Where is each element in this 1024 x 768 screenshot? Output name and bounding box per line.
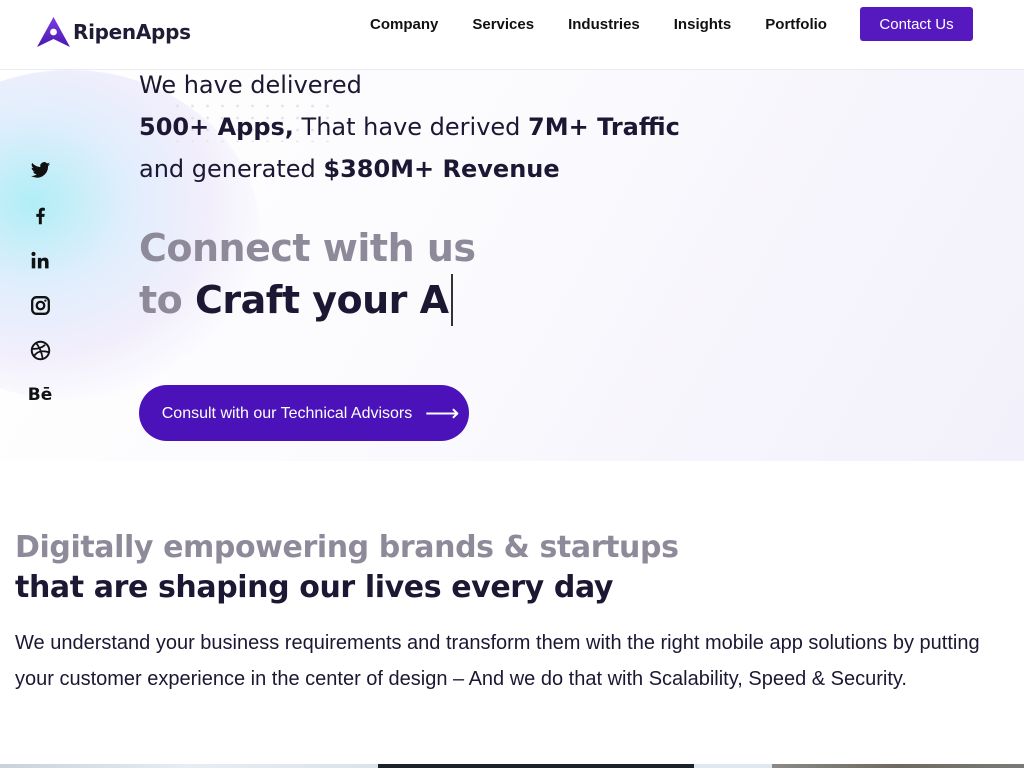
social-twitter[interactable] <box>28 158 52 182</box>
social-dribbble[interactable] <box>28 338 52 362</box>
social-facebook[interactable] <box>28 203 52 227</box>
social-links: Bē <box>28 158 58 428</box>
linkedin-icon <box>30 251 49 268</box>
stats-line-2: 500+ Apps, That have derived 7M+ Traffic <box>139 106 680 148</box>
photo-4 <box>772 764 1024 768</box>
hero-section: Bē We have delivered 500+ Apps, That hav… <box>0 70 1024 461</box>
nav-services[interactable]: Services <box>472 16 534 33</box>
consult-label: Consult with our Technical Advisors <box>161 404 413 422</box>
connect-to: to <box>139 278 196 322</box>
instagram-icon <box>30 295 50 315</box>
photo-2 <box>378 764 694 768</box>
traffic-stat: 7M+ Traffic <box>528 113 680 141</box>
stats-line-1: We have delivered <box>139 71 362 99</box>
stats-prefix: and generated <box>139 155 324 183</box>
consult-advisors-button[interactable]: Consult with our Technical Advisors ⟶ <box>139 385 469 441</box>
dribbble-icon <box>30 340 50 360</box>
typed-text: Craft your A <box>195 278 449 322</box>
social-behance[interactable]: Bē <box>27 383 53 407</box>
nav-insights[interactable]: Insights <box>674 16 732 33</box>
typing-caret <box>450 274 453 326</box>
social-instagram[interactable] <box>28 293 52 317</box>
contact-us-button[interactable]: Contact Us <box>860 7 973 41</box>
connect-line-2: to Craft your A <box>139 274 476 326</box>
connect-heading: Connect with us to Craft your A <box>139 222 476 326</box>
twitter-icon <box>30 161 50 178</box>
stats-line-3: and generated $380M+ Revenue <box>139 148 680 190</box>
stats-mid-text: That have derived <box>293 113 529 141</box>
behance-icon: Bē <box>27 385 53 405</box>
logo[interactable]: RipenApps <box>36 16 191 48</box>
arrow-right-icon: ⟶ <box>425 399 460 427</box>
revenue-stat: $380M+ Revenue <box>323 155 560 183</box>
ripenapps-logo-icon <box>37 17 70 47</box>
main-nav: Company Services Industries Insights Por… <box>370 16 861 33</box>
photo-strip <box>0 764 1024 768</box>
photo-1 <box>0 764 378 768</box>
apps-stat: 500+ Apps, <box>139 113 294 141</box>
section-title-muted: Digitally empowering brands & startups <box>15 530 679 565</box>
nav-portfolio[interactable]: Portfolio <box>765 16 827 33</box>
facebook-icon <box>35 207 45 224</box>
brand-name: RipenApps <box>73 20 191 44</box>
stats-text: We have delivered 500+ Apps, That have d… <box>139 70 680 190</box>
nav-industries[interactable]: Industries <box>568 16 640 33</box>
photo-3 <box>694 764 772 768</box>
connect-line-1: Connect with us <box>139 226 476 270</box>
nav-company[interactable]: Company <box>370 16 438 33</box>
site-header: RipenApps Company Services Industries In… <box>0 0 1024 70</box>
social-linkedin[interactable] <box>28 248 52 272</box>
section-body: We understand your business requirements… <box>15 632 980 690</box>
section-title-dark: that are shaping our lives every day <box>15 570 614 605</box>
